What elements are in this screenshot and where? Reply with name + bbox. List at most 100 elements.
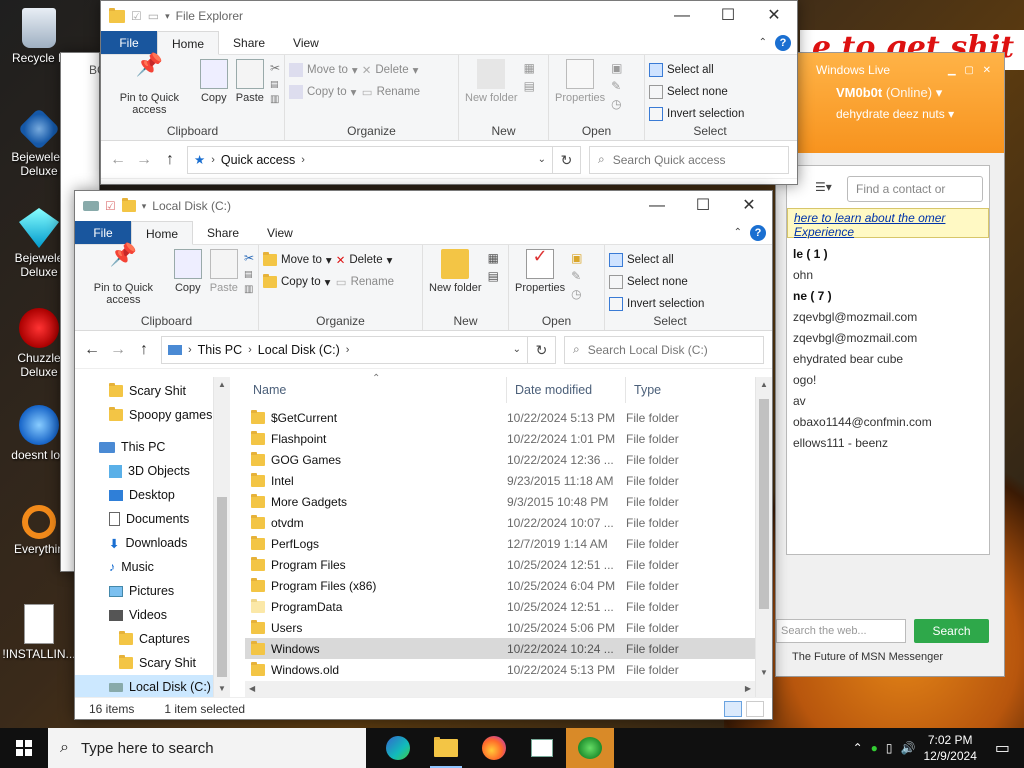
select-all-button[interactable]: Select all: [649, 61, 744, 79]
paste-shortcut-icon[interactable]: ▥: [270, 94, 280, 105]
contact-group[interactable]: ne ( 7 ): [787, 286, 989, 307]
breadcrumb-this-pc[interactable]: This PC: [198, 343, 242, 357]
new-item-icon[interactable]: ▦: [488, 251, 499, 265]
copy-path-icon[interactable]: ▤: [270, 79, 280, 90]
breadcrumb-quick-access[interactable]: Quick access: [221, 153, 295, 167]
nav-item-scary-shit[interactable]: Scary Shit: [75, 379, 230, 403]
table-row[interactable]: Flashpoint 10/22/2024 1:01 PM File folder: [245, 428, 772, 449]
start-button[interactable]: [0, 728, 48, 768]
show-hidden-icons-icon[interactable]: ⌃: [853, 741, 863, 755]
table-row[interactable]: More Gadgets 9/3/2015 10:48 PM File folder: [245, 491, 772, 512]
select-all-button[interactable]: Select all: [609, 251, 704, 269]
nav-scroll-thumb[interactable]: [217, 497, 227, 677]
msn-username[interactable]: VM0b0t (Online) ▾: [836, 85, 996, 101]
open-icon[interactable]: ▣: [611, 61, 622, 75]
table-row[interactable]: ProgramData 10/25/2024 12:51 ... File fold…: [245, 596, 772, 617]
invert-selection-button[interactable]: Invert selection: [649, 105, 744, 123]
nav-item-pictures[interactable]: Pictures: [75, 579, 230, 603]
volume-icon[interactable]: 🔊: [901, 741, 916, 755]
copy-to-button[interactable]: Copy to ▾: [289, 83, 358, 101]
search-local-disk-input[interactable]: ⌕ Search Local Disk (C:): [564, 335, 764, 364]
notifications-icon[interactable]: ▭: [995, 738, 1010, 758]
file-explorer-local-disk-window[interactable]: ☑ ▾ Local Disk (C:) — ☐ ✕ File Home Shar…: [74, 190, 773, 720]
new-folder-button[interactable]: New folder: [463, 59, 520, 104]
up-arrow-icon[interactable]: ↑: [135, 341, 153, 359]
delete-button[interactable]: ✕ Delete ▾: [336, 251, 394, 269]
desktop-icon-installing[interactable]: !INSTALLIN...: [0, 604, 78, 661]
nav-item-downloads[interactable]: ⬇ Downloads: [75, 531, 230, 555]
refresh-button[interactable]: ↻: [528, 335, 556, 364]
contact-item[interactable]: ogo!: [787, 370, 989, 391]
taskbar-app-window[interactable]: [518, 728, 566, 768]
qat-dropdown-icon[interactable]: ▾: [165, 11, 170, 22]
properties-button[interactable]: ✓ Properties: [513, 247, 567, 294]
contact-item[interactable]: obaxo1144@confmin.com: [787, 412, 989, 433]
network-icon[interactable]: ▯: [886, 741, 893, 755]
rename-button[interactable]: ▭ Rename: [336, 273, 394, 291]
address-dropdown-icon[interactable]: ⌄: [513, 344, 521, 355]
table-row[interactable]: $GetCurrent 10/22/2024 5:13 PM File folder: [245, 407, 772, 428]
details-view-icon[interactable]: [724, 700, 742, 717]
tab-file[interactable]: File: [75, 221, 131, 244]
tab-share[interactable]: Share: [219, 31, 279, 54]
nav-item-desktop[interactable]: Desktop: [75, 483, 230, 507]
up-arrow-icon[interactable]: ↑: [161, 151, 179, 169]
properties-button[interactable]: Properties: [553, 59, 607, 104]
new-folder-button[interactable]: New folder: [427, 249, 484, 294]
contact-item[interactable]: ellows111 - beenz: [787, 433, 989, 454]
forward-arrow-icon[interactable]: →: [135, 151, 153, 169]
taskbar-app-file-explorer[interactable]: [422, 728, 470, 768]
paste-button[interactable]: Paste: [208, 249, 240, 294]
msn-tray-icon[interactable]: ●: [871, 741, 878, 755]
pin-quick-access-button[interactable]: 📌 Pin to Quick access: [105, 54, 194, 117]
taskbar-app-firefox[interactable]: [470, 728, 518, 768]
collapse-ribbon-icon[interactable]: ⌃: [734, 227, 742, 238]
history-icon[interactable]: ◷: [611, 97, 622, 111]
taskbar-search-box[interactable]: ⌕ Type here to search: [48, 728, 366, 768]
contact-item[interactable]: ehydrated bear cube: [787, 349, 989, 370]
nav-pane-scrollbar[interactable]: ▲ ▼: [213, 377, 230, 697]
invert-selection-button[interactable]: Invert selection: [609, 295, 704, 313]
tab-view[interactable]: View: [279, 31, 333, 54]
move-to-button[interactable]: Move to ▾: [289, 61, 358, 79]
nav-item-captures[interactable]: Captures: [75, 627, 230, 651]
move-to-button[interactable]: Move to ▾: [263, 251, 332, 269]
contact-item[interactable]: av: [787, 391, 989, 412]
search-quick-access-input[interactable]: ⌕ Search Quick access: [589, 145, 789, 174]
file-list-scroll-thumb[interactable]: [759, 399, 769, 609]
edit-icon[interactable]: ✎: [611, 79, 622, 93]
copy-button[interactable]: Copy: [198, 59, 230, 104]
new-folder-qat-icon[interactable]: [121, 198, 136, 212]
nav-item-spoopy-games[interactable]: Spoopy games: [75, 403, 230, 427]
large-icons-view-icon[interactable]: [746, 700, 764, 717]
minimize-button[interactable]: —: [659, 1, 705, 31]
close-button[interactable]: ✕: [726, 191, 772, 221]
help-icon[interactable]: ?: [775, 34, 791, 51]
pin-quick-access-button[interactable]: 📌 Pin to Quick access: [79, 244, 168, 307]
file-list-scrollbar[interactable]: ▲ ▼: [755, 377, 772, 697]
nav-item-this-pc[interactable]: This PC: [75, 435, 230, 459]
nav-item-3d-objects[interactable]: 3D Objects: [75, 459, 230, 483]
clock[interactable]: 7:02 PM 12/9/2024: [923, 732, 976, 764]
address-bar[interactable]: › This PC › Local Disk (C:) › ⌄: [161, 335, 528, 364]
select-none-button[interactable]: Select none: [649, 83, 744, 101]
tab-home[interactable]: Home: [131, 221, 194, 245]
maximize-button[interactable]: ☐: [680, 191, 726, 221]
tab-file[interactable]: File: [101, 31, 157, 54]
qat-dropdown-icon[interactable]: ▾: [142, 201, 147, 212]
paste-shortcut-icon[interactable]: ▥: [244, 284, 254, 295]
list-view-icon[interactable]: ☰▾: [815, 180, 832, 194]
select-none-button[interactable]: Select none: [609, 273, 704, 291]
paste-button[interactable]: Paste: [234, 59, 266, 104]
breadcrumb-local-disk[interactable]: Local Disk (C:): [258, 343, 340, 357]
msn-messenger-window[interactable]: Windows Live ▁ ▢ ✕ VM0b0t (Online) ▾ deh…: [775, 52, 1005, 677]
table-row[interactable]: GOG Games 10/22/2024 12:36 ... File folder: [245, 449, 772, 470]
edit-icon[interactable]: ✎: [571, 269, 582, 283]
contact-group[interactable]: le ( 1 ): [787, 244, 989, 265]
nav-item-music[interactable]: ♪ Music: [75, 555, 230, 579]
msn-search-button[interactable]: Search: [914, 619, 989, 643]
msn-personal-message[interactable]: dehydrate deez nuts ▾: [836, 107, 996, 121]
msn-notice-link[interactable]: here to learn about the omer Experience: [787, 208, 989, 239]
cut-icon[interactable]: ✂: [270, 61, 280, 75]
easy-access-icon[interactable]: ▤: [524, 79, 535, 93]
